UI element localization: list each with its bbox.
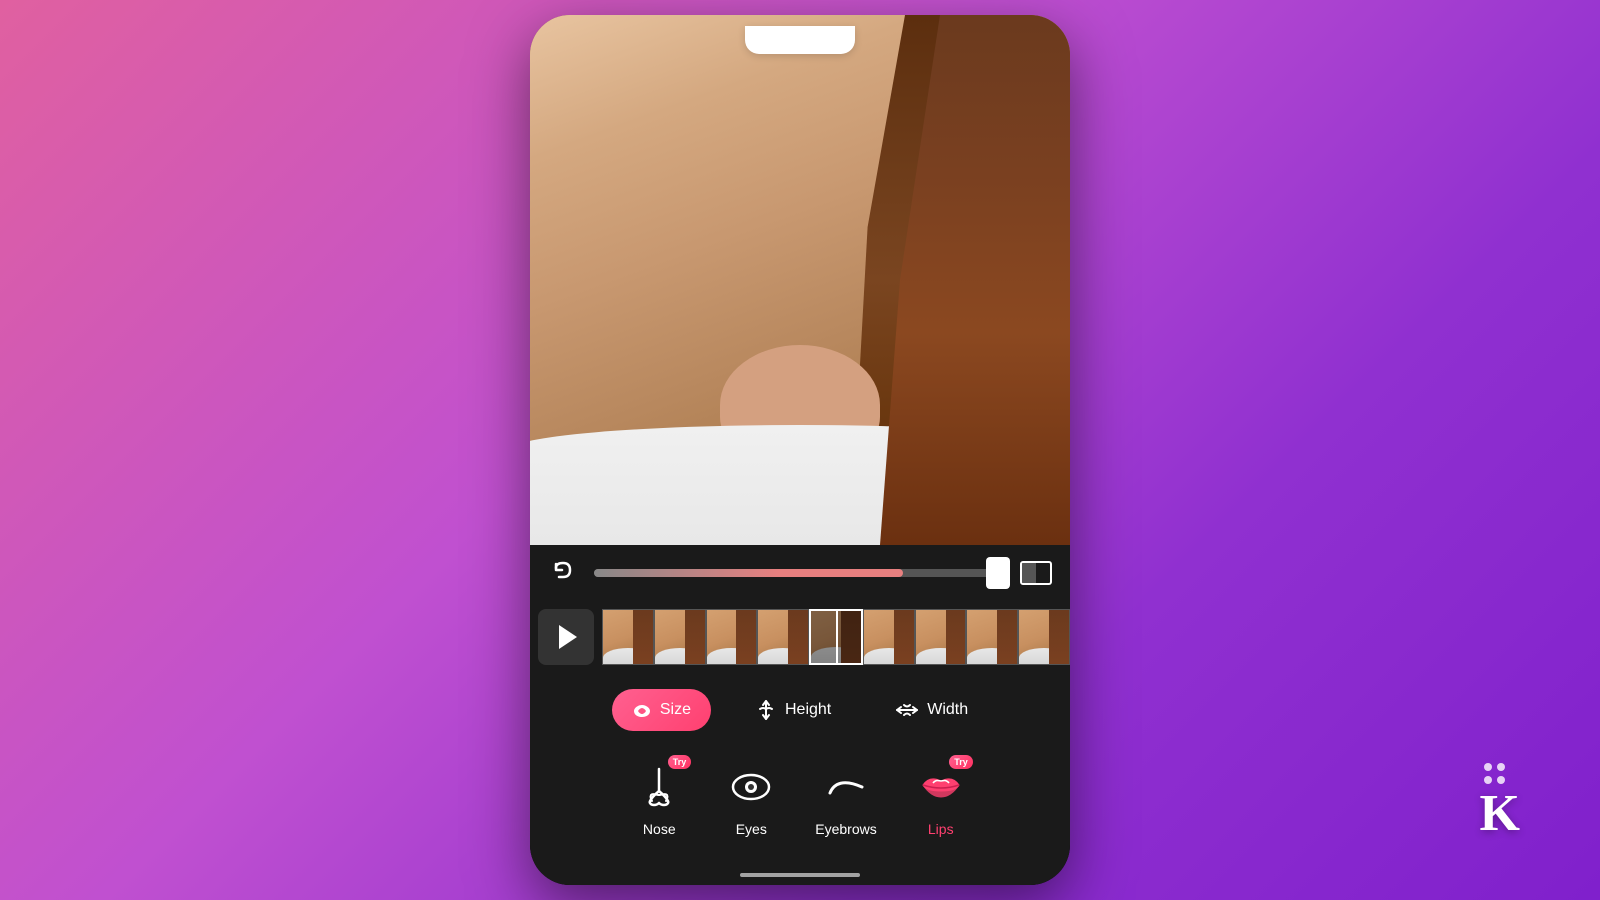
eyebrows-icon-wrap [818,759,874,815]
lips-tab-icon [632,701,652,719]
feature-eyes[interactable]: Eyes [723,759,779,837]
undo-button[interactable] [546,555,582,591]
k-dot [1497,776,1505,784]
filmstrip-frame [602,609,654,665]
feature-nose[interactable]: Try Nose [631,759,687,837]
filmstrip-frame [706,609,758,665]
nose-try-badge: Try [668,755,692,769]
play-button[interactable] [538,609,594,665]
filmstrip[interactable] [602,609,1070,665]
feature-row: Try Nose [550,751,1050,857]
video-area [530,15,1070,545]
compare-icon [1020,561,1052,585]
eyebrows-label: Eyebrows [815,821,876,837]
play-icon [559,625,577,649]
feature-lips[interactable]: Try Lips [913,759,969,837]
compare-button[interactable] [1018,555,1054,591]
nose-label: Nose [643,821,676,837]
controls-panel: Size Height [530,673,1070,867]
smile-area [735,26,865,76]
scrubber-area [530,545,1070,601]
k-dot [1484,763,1492,771]
home-indicator [530,867,1070,885]
size-tabs: Size Height [550,689,1050,731]
tab-height-label: Height [785,701,831,719]
filmstrip-frame [654,609,706,665]
home-bar [740,873,860,877]
filmstrip-frame [966,609,1018,665]
progress-thumb[interactable] [986,557,1010,589]
k-dot [1497,763,1505,771]
lips-label: Lips [928,821,954,837]
teeth [745,26,855,54]
tab-size-label: Size [660,701,691,719]
filmstrip-frame [757,609,809,665]
shirt-area [530,425,1070,545]
face-photo [530,15,1070,545]
filmstrip-frame [915,609,967,665]
progress-fill [594,569,903,577]
eyebrow-icon [824,773,868,801]
nose-icon-wrap: Try [631,759,687,815]
undo-icon [551,560,577,586]
filmstrip-frame [1018,609,1070,665]
eyes-label: Eyes [736,821,767,837]
tab-height[interactable]: Height [735,689,851,731]
tab-size[interactable]: Size [612,689,711,731]
k-logo: K [1480,788,1520,840]
main-background: K [530,15,1070,885]
filmstrip-frame [863,609,915,665]
app-container: Size Height [530,15,1070,885]
nose-icon [640,765,678,809]
lips-icon-wrap: Try [913,759,969,815]
lips-try-badge: Try [949,755,973,769]
timeline-bar [530,601,1070,673]
height-tab-icon [755,699,777,721]
lips-icon [919,769,963,805]
eyes-icon-wrap [723,759,779,815]
eye-icon [729,771,773,803]
k-dot [1484,776,1492,784]
tab-width-label: Width [927,701,968,719]
tab-width[interactable]: Width [875,689,988,731]
timeline-marker [836,609,838,665]
width-tab-icon [895,699,919,721]
progress-track[interactable] [594,569,1006,577]
feature-eyebrows[interactable]: Eyebrows [815,759,876,837]
